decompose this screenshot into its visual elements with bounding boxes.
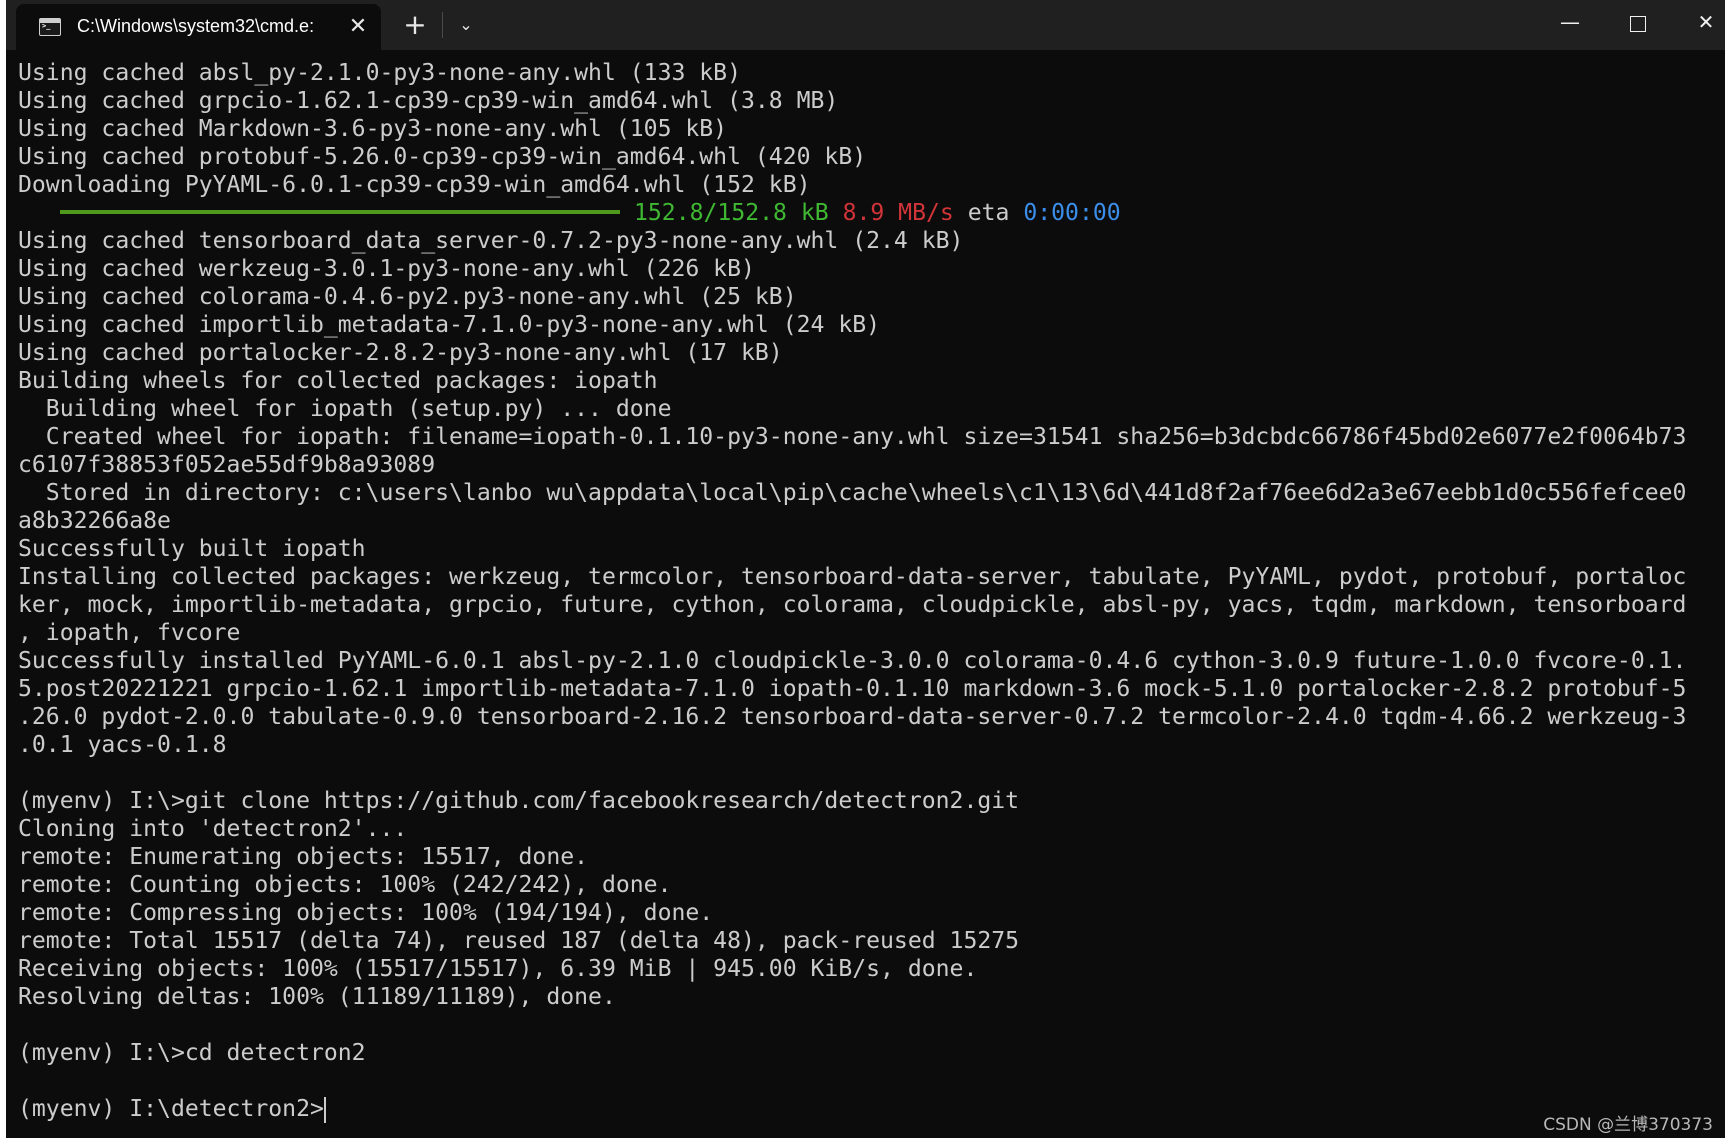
progress-eta: 0:00:00 (1023, 200, 1121, 226)
minimize-button[interactable]: — (1536, 0, 1604, 44)
close-window-button[interactable]: ✕ (1672, 0, 1725, 44)
console-line: remote: Counting objects: 100% (242/242)… (18, 872, 672, 898)
console-line: Building wheels for collected packages: … (18, 368, 658, 394)
progress-line: 152.8/152.8 kB 8.9 MB/s eta 0:00:00 (18, 199, 1718, 227)
console-line: ker, mock, importlib-metadata, grpcio, f… (18, 592, 1687, 618)
prompt-line[interactable]: (myenv) I:\detectron2> (18, 1095, 1718, 1123)
terminal-icon (39, 18, 61, 36)
maximize-icon (1630, 15, 1646, 32)
tab-cmd[interactable]: C:\Windows\system32\cmd.e: ✕ (16, 4, 381, 50)
new-tab-button[interactable]: + (396, 6, 434, 44)
console-line: Installing collected packages: werkzeug,… (18, 564, 1687, 590)
console-line: Downloading PyYAML-6.0.1-cp39-cp39-win_a… (18, 172, 811, 198)
console-line: (myenv) I:\>cd detectron2 (18, 1040, 366, 1066)
console-output[interactable]: Using cached absl_py-2.1.0-py3-none-any.… (18, 59, 1718, 1138)
console-line: Successfully built iopath (18, 536, 366, 562)
close-tab-icon[interactable]: ✕ (343, 12, 373, 42)
console-line: Using cached portalocker-2.8.2-py3-none-… (18, 340, 783, 366)
console-line: Created wheel for iopath: filename=iopat… (18, 424, 1687, 450)
console-line: .0.1 yacs-0.1.8 (18, 732, 227, 758)
console-line: .26.0 pydot-2.0.0 tabulate-0.9.0 tensorb… (18, 704, 1687, 730)
progress-bar (60, 209, 620, 214)
console-line: Using cached grpcio-1.62.1-cp39-cp39-win… (18, 88, 839, 114)
console-line: a8b32266a8e (18, 508, 171, 534)
progress-speed: 8.9 MB/s (842, 200, 954, 226)
console-line: Resolving deltas: 100% (11189/11189), do… (18, 984, 616, 1010)
tab-divider (442, 12, 443, 38)
console-line: Using cached werkzeug-3.0.1-py3-none-any… (18, 256, 755, 282)
command-prompt: (myenv) I:\detectron2> (18, 1096, 324, 1122)
console-line: remote: Total 15517 (delta 74), reused 1… (18, 928, 1020, 954)
console-line: 5.post20221221 grpcio-1.62.1 importlib-m… (18, 676, 1687, 702)
console-line: , iopath, fvcore (18, 620, 241, 646)
text-cursor (323, 1096, 326, 1123)
chevron-down-icon[interactable]: ⌄ (448, 6, 484, 44)
console-line: Using cached protobuf-5.26.0-cp39-cp39-w… (18, 144, 867, 170)
console-line: c6107f38853f052ae55df9b8a93089 (18, 452, 436, 478)
console-line: (myenv) I:\>git clone https://github.com… (18, 788, 1020, 814)
console-line: Using cached colorama-0.4.6-py2.py3-none… (18, 284, 797, 310)
terminal-window: C:\Windows\system32\cmd.e: ✕ + ⌄ — ✕ Usi… (6, 0, 1725, 1138)
console-line: Using cached Markdown-3.6-py3-none-any.w… (18, 116, 728, 142)
console-line: remote: Compressing objects: 100% (194/1… (18, 900, 714, 926)
console-line: Using cached absl_py-2.1.0-py3-none-any.… (18, 60, 741, 86)
console-line: remote: Enumerating objects: 15517, done… (18, 844, 589, 870)
console-line: Using cached importlib_metadata-7.1.0-py… (18, 312, 881, 338)
maximize-button[interactable] (1604, 0, 1672, 44)
console-line: Building wheel for iopath (setup.py) ...… (18, 396, 672, 422)
console-line: Receiving objects: 100% (15517/15517), 6… (18, 956, 978, 982)
watermark: CSDN @兰博370373 (1543, 1115, 1713, 1135)
console-line: Successfully installed PyYAML-6.0.1 absl… (18, 648, 1687, 674)
tab-title: C:\Windows\system32\cmd.e: (77, 16, 315, 36)
progress-eta-label: eta (967, 200, 1010, 226)
console-line: Using cached tensorboard_data_server-0.7… (18, 228, 964, 254)
progress-size: 152.8/152.8 kB (634, 200, 829, 226)
console-line: Stored in directory: c:\users\lanbo wu\a… (18, 480, 1687, 506)
progress-bar-fill (60, 209, 620, 214)
console-line: Cloning into 'detectron2'... (18, 816, 408, 842)
title-bar: C:\Windows\system32\cmd.e: ✕ + ⌄ — ✕ (6, 0, 1725, 50)
